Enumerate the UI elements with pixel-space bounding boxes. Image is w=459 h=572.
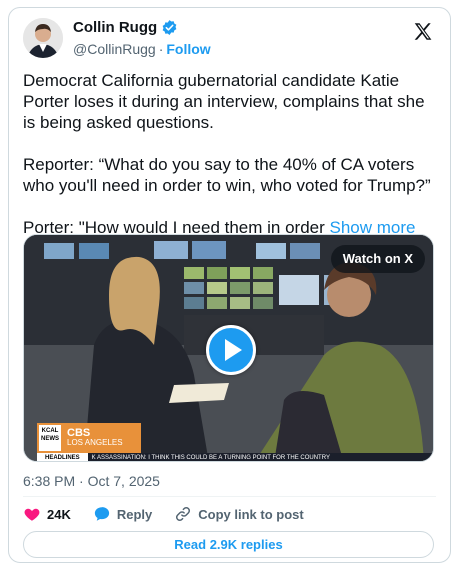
reply-button[interactable]: Reply (93, 505, 152, 523)
post-header: Collin Rugg @CollinRugg · Follow (23, 17, 436, 61)
follow-button[interactable]: Follow (166, 41, 210, 57)
ticker-headline-label: HEADLINES (37, 453, 88, 461)
read-replies-button[interactable]: Read 2.9K replies (23, 531, 434, 558)
cbs-subtitle: LOS ANGELES (67, 438, 123, 447)
post-body: Democrat California gubernatorial candid… (23, 71, 431, 237)
x-logo-icon[interactable] (412, 21, 434, 43)
copy-link-button[interactable]: Copy link to post (174, 505, 304, 523)
like-button[interactable]: 24K (23, 505, 71, 523)
divider (23, 496, 436, 497)
watch-on-x-button[interactable]: Watch on X (330, 245, 425, 273)
post-timestamp[interactable]: 6:38 PM · Oct 7, 2025 (23, 473, 160, 489)
link-icon (176, 506, 191, 522)
avatar[interactable] (23, 18, 63, 58)
embedded-post-card[interactable]: Collin Rugg @CollinRugg · Follow Democra… (8, 7, 451, 563)
reply-icon (94, 507, 109, 521)
author-handle[interactable]: @CollinRugg (73, 41, 156, 57)
cbs-title: CBS (67, 427, 91, 439)
play-button[interactable] (206, 325, 256, 375)
copy-link-label: Copy link to post (198, 506, 304, 522)
reply-label: Reply (116, 506, 153, 522)
action-bar: 24K Reply Copy link to post (23, 501, 326, 527)
author-name[interactable]: Collin Rugg (73, 19, 157, 36)
like-count: 24K (47, 506, 71, 522)
heart-icon (24, 508, 40, 521)
news-ticker: HEADLINES K ASSASSINATION: I THINK THIS C… (37, 453, 433, 461)
author-name-row: Collin Rugg (73, 19, 178, 36)
post-text: Democrat California gubernatorial candid… (23, 70, 433, 238)
handle-row: @CollinRugg · Follow (73, 41, 211, 57)
video-player[interactable]: Watch on X KCAL NEWS CBS LOS ANGELES HEA… (23, 234, 434, 462)
kcal-news-logo: KCAL NEWS (39, 425, 61, 451)
separator-dot: · (158, 41, 164, 57)
ticker-text: K ASSASSINATION: I THINK THIS COULD BE A… (91, 455, 330, 461)
cbs-logo-overlay: KCAL NEWS CBS LOS ANGELES (37, 423, 141, 453)
verified-badge-icon (161, 19, 178, 36)
cbs-label: CBS LOS ANGELES (67, 428, 123, 448)
play-icon (225, 339, 242, 361)
